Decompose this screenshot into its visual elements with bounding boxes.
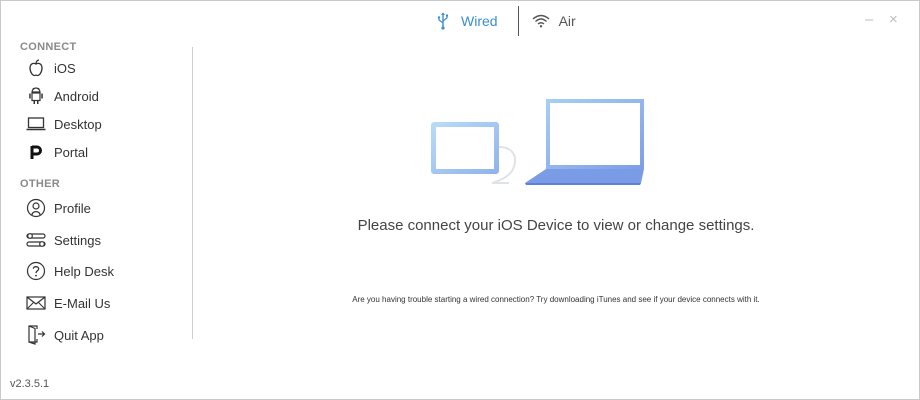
close-button[interactable]: × bbox=[889, 11, 898, 28]
sidebar-item-ios[interactable]: iOS bbox=[26, 58, 76, 78]
section-label-connect: CONNECT bbox=[20, 41, 77, 53]
sidebar-item-label: E-Mail Us bbox=[54, 295, 111, 311]
sidebar-item-label: Android bbox=[54, 88, 99, 104]
usb-icon bbox=[433, 11, 453, 31]
connection-tabs: Wired Air bbox=[433, 1, 576, 41]
quit-icon bbox=[26, 325, 46, 345]
sidebar: CONNECT iOS Android Desktop Portal OTHER… bbox=[1, 1, 193, 345]
connect-message: Please connect your iOS Device to view o… bbox=[357, 217, 755, 234]
sidebar-item-profile[interactable]: Profile bbox=[26, 198, 91, 218]
help-icon bbox=[26, 261, 46, 281]
tab-wired[interactable]: Wired bbox=[433, 11, 498, 31]
sidebar-item-label: Profile bbox=[54, 200, 91, 216]
tab-divider bbox=[517, 6, 519, 36]
tab-wired-label: Wired bbox=[461, 13, 498, 29]
sidebar-item-label: Help Desk bbox=[54, 263, 114, 279]
settings-icon bbox=[26, 230, 46, 250]
section-label-other: OTHER bbox=[20, 178, 60, 190]
sidebar-item-portal[interactable]: Portal bbox=[26, 142, 88, 162]
laptop-icon bbox=[26, 114, 46, 134]
sidebar-item-email[interactable]: E-Mail Us bbox=[26, 293, 110, 313]
sidebar-item-settings[interactable]: Settings bbox=[26, 230, 101, 250]
sidebar-item-quit[interactable]: Quit App bbox=[26, 325, 104, 345]
sidebar-item-help-desk[interactable]: Help Desk bbox=[26, 261, 114, 281]
sidebar-item-android[interactable]: Android bbox=[26, 86, 99, 106]
apple-icon bbox=[26, 58, 46, 78]
minimize-button[interactable]: – bbox=[865, 11, 873, 28]
sidebar-item-label: Portal bbox=[54, 144, 88, 160]
android-icon bbox=[26, 86, 46, 106]
version-label: v2.3.5.1 bbox=[10, 378, 50, 390]
sidebar-item-label: Desktop bbox=[54, 116, 102, 132]
mail-icon bbox=[26, 293, 46, 313]
tab-air-label: Air bbox=[558, 13, 576, 29]
sidebar-item-label: iOS bbox=[54, 60, 76, 76]
connection-hint: Are you having trouble starting a wired … bbox=[352, 295, 760, 304]
sidebar-item-label: Quit App bbox=[54, 327, 104, 343]
tab-air[interactable]: Air bbox=[531, 11, 576, 31]
sidebar-item-label: Settings bbox=[54, 232, 101, 248]
portal-icon bbox=[26, 142, 46, 162]
profile-icon bbox=[26, 198, 46, 218]
app-window: Wired Air – × CONNECT iOS Android Deskto… bbox=[0, 0, 920, 400]
device-illustration bbox=[431, 99, 644, 185]
sidebar-item-desktop[interactable]: Desktop bbox=[26, 114, 102, 134]
wifi-icon bbox=[531, 11, 551, 31]
